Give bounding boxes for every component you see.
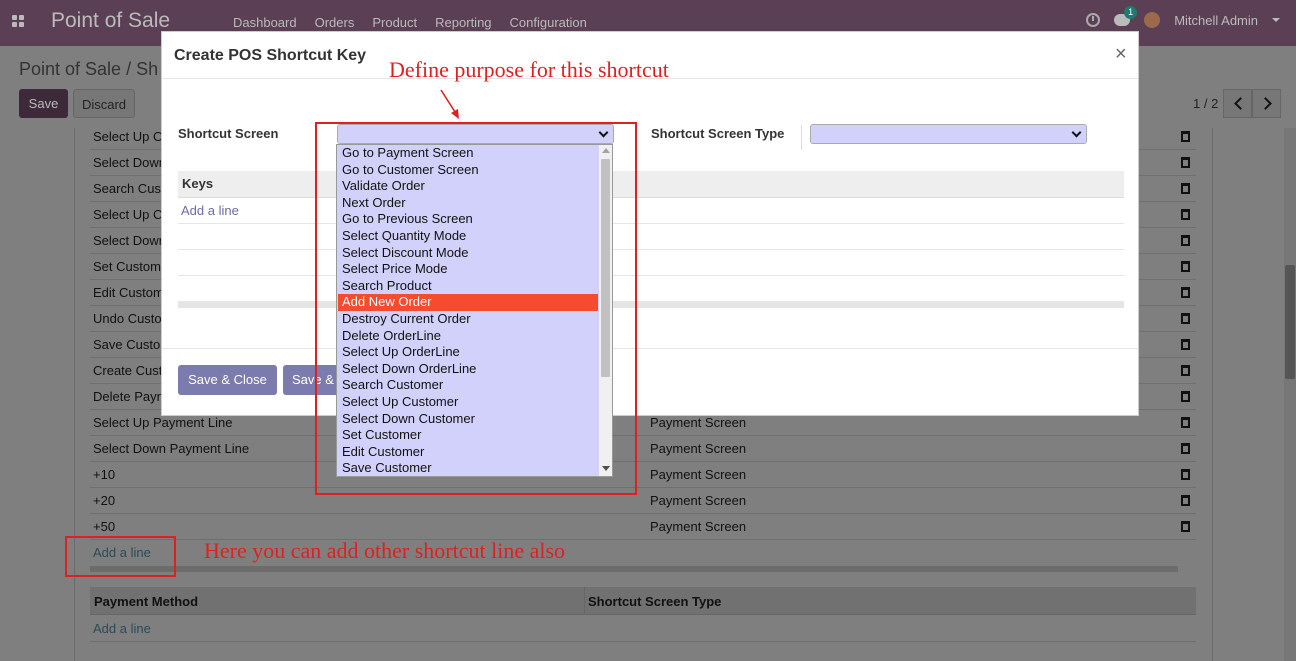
annotation-arrow-icon xyxy=(440,89,459,119)
user-avatar[interactable] xyxy=(1144,12,1161,28)
shortcut-name-cell: +20 xyxy=(93,493,116,508)
modal-title: Create POS Shortcut Key xyxy=(174,47,367,64)
shortcut-name-cell: Delete Payn xyxy=(93,389,164,404)
app-title: Point of Sale xyxy=(51,9,171,32)
trash-icon[interactable] xyxy=(1181,417,1190,428)
shortcut-name-cell: Create Cust xyxy=(93,363,163,378)
shortcut-name-cell: Save Custo xyxy=(93,337,161,352)
trash-icon[interactable] xyxy=(1181,157,1190,168)
trash-icon[interactable] xyxy=(1181,339,1190,350)
activity-clock-icon[interactable] xyxy=(1086,13,1101,27)
annotation-box-add-line xyxy=(65,536,176,577)
screen-type-cell: Payment Screen xyxy=(650,467,747,482)
save-button[interactable]: Save xyxy=(19,89,68,118)
shortcut-name-cell: Select Down Payment Line xyxy=(93,441,250,456)
shortcut-name-cell: Undo Custo xyxy=(93,311,162,326)
shortcut-name-cell: Select Up O xyxy=(93,129,164,144)
trash-icon[interactable] xyxy=(1181,183,1190,194)
page-scrollbar[interactable] xyxy=(1284,128,1296,661)
keys-add-line-link[interactable]: Add a line xyxy=(181,203,239,218)
chevron-down-icon[interactable] xyxy=(1272,18,1280,22)
shortcut-name-cell: Edit Custom xyxy=(93,285,164,300)
chat-count-badge: 1 xyxy=(1124,6,1138,19)
close-icon[interactable]: × xyxy=(1115,43,1127,66)
create-shortcut-modal: Create POS Shortcut Key × Shortcut Scree… xyxy=(161,31,1139,416)
table-row[interactable]: Select Down Payment Line Payment Screen xyxy=(90,436,1196,462)
payment-add-line-link[interactable]: Add a line xyxy=(93,621,151,636)
menu-item-configuration[interactable]: Configuration xyxy=(510,15,587,30)
shortcut-name-cell: Set Custom xyxy=(93,259,161,274)
shortcut-name-cell: Select Up Payment Line xyxy=(93,415,233,430)
trash-icon[interactable] xyxy=(1181,209,1190,220)
save-close-button[interactable]: Save & Close xyxy=(178,365,277,395)
shortcut-name-cell: +10 xyxy=(93,467,116,482)
screen-type-cell: Payment Screen xyxy=(650,493,747,508)
table-row[interactable]: +20 Payment Screen xyxy=(90,488,1196,514)
trash-icon[interactable] xyxy=(1181,287,1190,298)
trash-icon[interactable] xyxy=(1181,469,1190,480)
menu-item-orders[interactable]: Orders xyxy=(315,15,355,30)
breadcrumb[interactable]: Point of Sale / Sh xyxy=(19,59,158,80)
shortcut-screen-type-label: Shortcut Screen Type xyxy=(651,126,785,141)
payment-method-column-header[interactable]: Payment Method xyxy=(94,594,198,609)
trash-icon[interactable] xyxy=(1181,131,1190,142)
pager-value: 1 / 2 xyxy=(1193,96,1219,111)
shortcut-name-cell: +50 xyxy=(93,519,116,534)
trash-icon[interactable] xyxy=(1181,443,1190,454)
discard-button[interactable]: Discard xyxy=(73,89,135,118)
trash-icon[interactable] xyxy=(1181,391,1190,402)
payment-table-header: Payment Method Shortcut Screen Type xyxy=(90,587,1196,615)
trash-icon[interactable] xyxy=(1181,495,1190,506)
pager-next-button[interactable] xyxy=(1252,89,1281,118)
menu-item-product[interactable]: Product xyxy=(372,15,417,30)
keys-column-header[interactable]: Keys xyxy=(182,176,213,191)
navbar-systray: 1 Mitchell Admin xyxy=(1086,6,1280,28)
pager-previous-button[interactable] xyxy=(1223,89,1252,118)
table-divider xyxy=(90,641,1196,642)
user-name[interactable]: Mitchell Admin xyxy=(1174,13,1258,28)
menu-item-dashboard[interactable]: Dashboard xyxy=(233,15,297,30)
table-row[interactable]: +10 Payment Screen xyxy=(90,462,1196,488)
apps-grid-icon[interactable] xyxy=(12,15,26,29)
shortcut-name-cell: Select Up C xyxy=(93,207,163,222)
main-menu: Dashboard Orders Product Reporting Confi… xyxy=(233,15,587,30)
screen-type-cell: Payment Screen xyxy=(650,415,747,430)
menu-item-reporting[interactable]: Reporting xyxy=(435,15,491,30)
chat-icon[interactable]: 1 xyxy=(1114,6,1138,26)
page-scrollbar-thumb[interactable] xyxy=(1285,265,1295,379)
shortcut-screen-type-select[interactable] xyxy=(810,124,1087,144)
shortcut-name-cell: Select Down xyxy=(93,233,166,248)
annotation-purpose-text: Define purpose for this shortcut xyxy=(389,57,669,82)
shortcut-name-cell: Select Down xyxy=(93,155,166,170)
trash-icon[interactable] xyxy=(1181,313,1190,324)
field-divider xyxy=(801,125,802,150)
shortcut-screen-type-column-header[interactable]: Shortcut Screen Type xyxy=(588,594,721,609)
trash-icon[interactable] xyxy=(1181,261,1190,272)
shortcut-name-cell: Search Cus xyxy=(93,181,161,196)
table-row[interactable]: +50 Payment Screen xyxy=(90,514,1196,540)
shortcut-screen-label: Shortcut Screen xyxy=(178,126,279,141)
screen-type-cell: Payment Screen xyxy=(650,519,747,534)
annotation-box-dropdown xyxy=(315,122,637,495)
screen-type-cell: Payment Screen xyxy=(650,441,747,456)
trash-icon[interactable] xyxy=(1181,235,1190,246)
annotation-add-line-text: Here you can add other shortcut line als… xyxy=(204,538,566,563)
trash-icon[interactable] xyxy=(1181,521,1190,532)
trash-icon[interactable] xyxy=(1181,365,1190,376)
modal-footer-divider xyxy=(162,348,1138,349)
table-footer-bar xyxy=(90,566,1178,572)
